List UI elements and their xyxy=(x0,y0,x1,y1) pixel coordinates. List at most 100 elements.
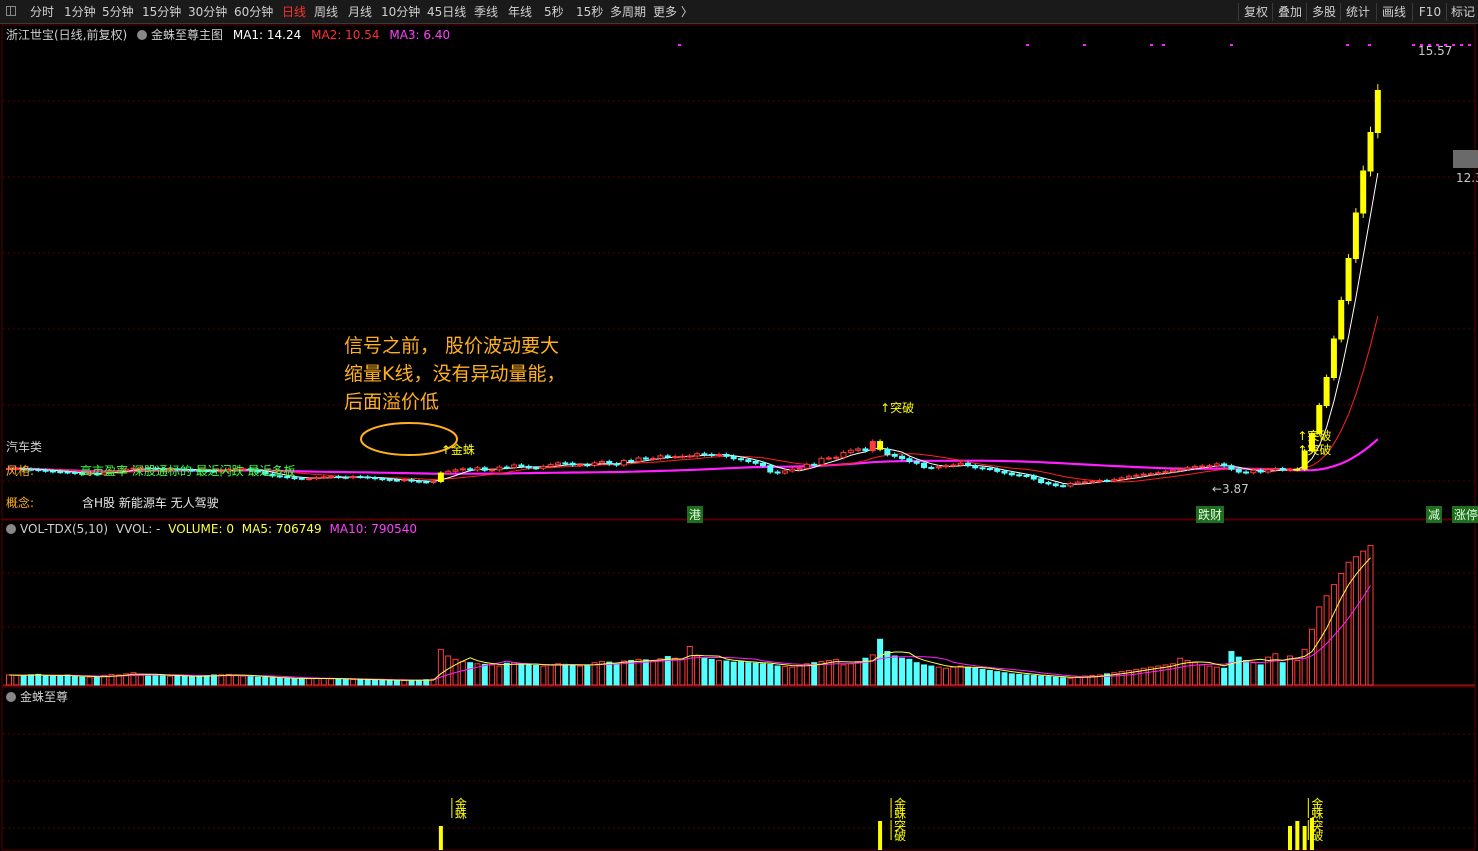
volume-bar[interactable] xyxy=(576,665,583,686)
candle-body[interactable] xyxy=(833,456,840,459)
volume-bar[interactable] xyxy=(1294,659,1301,686)
volume-bar[interactable] xyxy=(27,674,34,686)
volume-bar[interactable] xyxy=(994,671,1001,686)
candle-body[interactable] xyxy=(1272,468,1279,471)
candle-body[interactable] xyxy=(1067,483,1074,487)
volume-bar[interactable] xyxy=(372,679,378,686)
volume-bar[interactable] xyxy=(152,674,159,686)
candle-body[interactable] xyxy=(1213,463,1220,467)
volume-bar[interactable] xyxy=(1279,662,1286,686)
candle-body[interactable] xyxy=(635,457,642,462)
candle-body[interactable] xyxy=(855,448,862,451)
candle-body[interactable] xyxy=(342,476,349,479)
candle-body[interactable] xyxy=(1243,471,1250,474)
volume-bar[interactable] xyxy=(247,676,254,686)
volume-bar[interactable] xyxy=(306,677,313,686)
volume-bar[interactable] xyxy=(942,667,949,686)
candle-body[interactable] xyxy=(452,469,459,472)
candle-body[interactable] xyxy=(730,455,737,460)
event-tag-hk[interactable]: 港 xyxy=(687,506,704,523)
volume-bar[interactable] xyxy=(262,676,269,686)
volume-bar[interactable] xyxy=(93,676,100,686)
volume-bar[interactable] xyxy=(269,677,276,686)
candle-body[interactable] xyxy=(71,471,78,474)
volume-bar[interactable] xyxy=(906,658,913,686)
volume-bar[interactable] xyxy=(401,680,408,686)
candle-body[interactable] xyxy=(942,465,949,468)
candle-body[interactable] xyxy=(555,462,561,466)
candle-body[interactable] xyxy=(1177,468,1184,471)
candle-body[interactable] xyxy=(672,456,679,459)
candle-body[interactable] xyxy=(1082,481,1089,484)
volume-bar[interactable] xyxy=(6,674,12,686)
volume-bar[interactable] xyxy=(818,661,825,686)
volume-bar[interactable] xyxy=(1001,672,1008,686)
candle-body[interactable] xyxy=(869,441,876,452)
volume-bar[interactable] xyxy=(650,661,657,686)
candle-body[interactable] xyxy=(1294,468,1301,471)
candle-body[interactable] xyxy=(1199,465,1206,468)
kline-chart[interactable]: ↑金蛛↑突破↑突破↑突破15.57←3.8712.3金蛛金蛛突破金蛛突破 xyxy=(0,0,1478,851)
volume-bar[interactable] xyxy=(1016,673,1023,686)
volume-bar[interactable] xyxy=(1345,561,1352,686)
candle-body[interactable] xyxy=(467,468,474,471)
candle-body[interactable] xyxy=(657,455,664,459)
volume-bar[interactable] xyxy=(884,651,891,686)
volume-bar[interactable] xyxy=(796,664,803,686)
volume-bar[interactable] xyxy=(957,665,964,686)
volume-bar[interactable] xyxy=(1023,674,1030,686)
volume-bar[interactable] xyxy=(833,658,840,686)
volume-bar[interactable] xyxy=(1038,675,1045,686)
volume-bar[interactable] xyxy=(913,662,920,686)
volume-bar[interactable] xyxy=(767,663,774,686)
candle-body[interactable] xyxy=(1147,473,1154,476)
candle-body[interactable] xyxy=(1338,300,1345,340)
volume-bar[interactable] xyxy=(64,674,71,686)
volume-bar[interactable] xyxy=(189,676,195,686)
volume-bar[interactable] xyxy=(196,675,203,686)
candle-body[interactable] xyxy=(350,476,357,479)
volume-bar[interactable] xyxy=(613,663,620,686)
candle-body[interactable] xyxy=(1228,465,1235,470)
candle-body[interactable] xyxy=(364,476,371,479)
volume-bar[interactable] xyxy=(35,673,42,686)
candle-body[interactable] xyxy=(803,463,810,469)
candle-body[interactable] xyxy=(1016,474,1023,477)
volume-bar[interactable] xyxy=(738,661,744,686)
candle-body[interactable] xyxy=(511,464,518,468)
candle-body[interactable] xyxy=(1060,485,1067,488)
candle-body[interactable] xyxy=(1162,471,1169,474)
volume-bar[interactable] xyxy=(686,646,693,686)
candle-body[interactable] xyxy=(1008,472,1015,476)
candle-body[interactable] xyxy=(789,468,796,472)
candle-body[interactable] xyxy=(481,467,488,471)
volume-bar[interactable] xyxy=(496,665,503,686)
candle-body[interactable] xyxy=(921,462,927,468)
candle-body[interactable] xyxy=(1191,465,1198,469)
candle-body[interactable] xyxy=(525,465,532,469)
candle-body[interactable] xyxy=(774,471,781,474)
event-tag-reduce[interactable]: 减 xyxy=(1426,506,1443,523)
volume-bar[interactable] xyxy=(1360,550,1367,686)
volume-bar[interactable] xyxy=(716,659,723,686)
candle-body[interactable] xyxy=(328,476,335,479)
candle-body[interactable] xyxy=(1257,469,1264,473)
volume-bar[interactable] xyxy=(1243,659,1250,686)
volume-bar[interactable] xyxy=(628,659,635,686)
candle-body[interactable] xyxy=(562,462,569,465)
candle-body[interactable] xyxy=(1250,469,1257,474)
candle-body[interactable] xyxy=(35,469,42,472)
candle-body[interactable] xyxy=(628,459,635,463)
candle-body[interactable] xyxy=(533,467,540,470)
candle-body[interactable] xyxy=(306,478,313,481)
volume-bar[interactable] xyxy=(950,666,957,686)
candle-body[interactable] xyxy=(1023,475,1030,477)
volume-bar[interactable] xyxy=(503,662,510,686)
candle-body[interactable] xyxy=(1330,338,1337,378)
volume-bar[interactable] xyxy=(986,670,993,686)
candle-body[interactable] xyxy=(1001,470,1008,474)
volume-bar[interactable] xyxy=(525,664,532,686)
volume-bar[interactable] xyxy=(1221,667,1228,686)
candle-body[interactable] xyxy=(899,455,906,460)
candle-body[interactable] xyxy=(708,454,715,456)
